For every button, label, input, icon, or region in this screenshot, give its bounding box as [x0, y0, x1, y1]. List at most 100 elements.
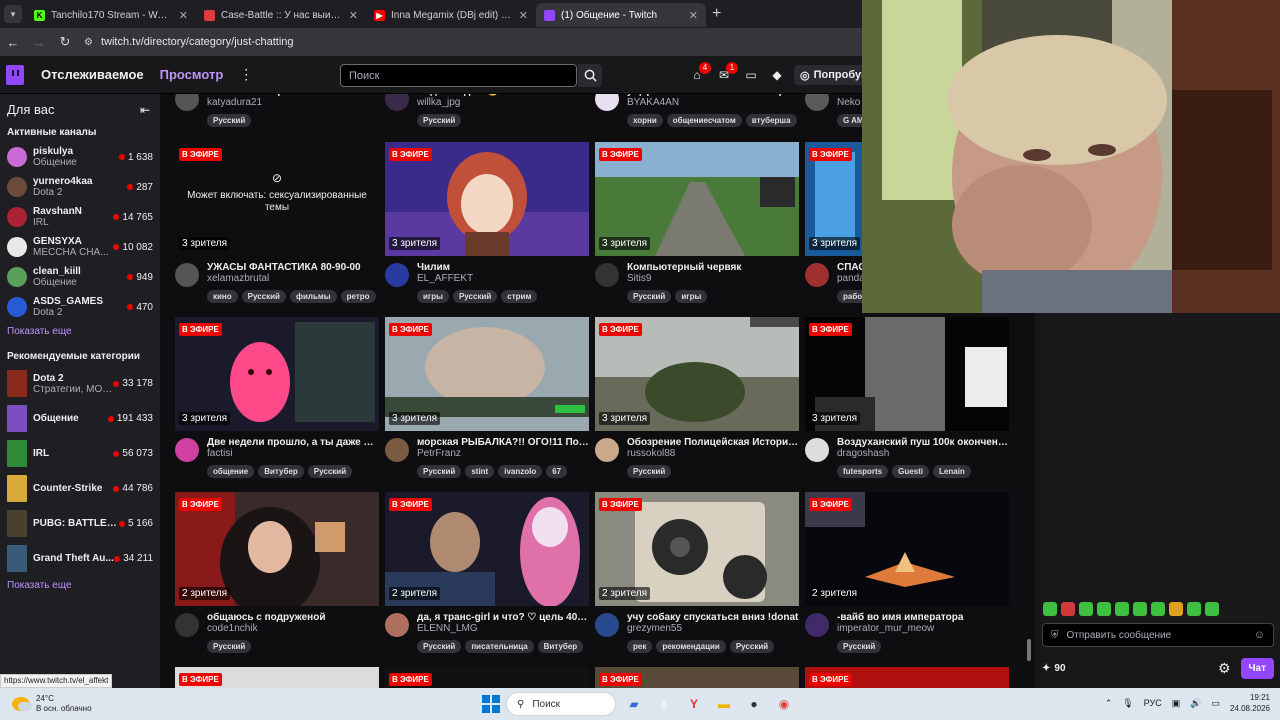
tag-chip[interactable]: Русский: [207, 114, 252, 127]
stream-card-partial[interactable]: ущеро́ность онлайн без смс и рег...BYAKA…: [595, 94, 799, 127]
channel-name[interactable]: ELENN_LMG: [417, 623, 589, 634]
tag-chip[interactable]: стрим: [501, 290, 538, 303]
stream-title[interactable]: УЖАСЫ ФАНТАСТИКА 80-90-00: [207, 262, 379, 273]
stream-title[interactable]: Две недели прошло, а ты даже не ...: [207, 437, 379, 448]
close-tab-icon[interactable]: ✕: [349, 9, 358, 22]
volume-icon[interactable]: 🔊: [1190, 698, 1201, 709]
channel-avatar[interactable]: [175, 94, 199, 111]
close-tab-icon[interactable]: ✕: [179, 9, 188, 22]
stream-thumbnail[interactable]: В ЭФИРЕ: [385, 667, 589, 688]
sidebar-category[interactable]: Dota 2 Стратегии, MOBA 33 178: [0, 366, 160, 401]
channel-avatar[interactable]: [595, 438, 619, 462]
sidebar-channel[interactable]: yurnero4kaa Dota 2 287: [0, 172, 160, 202]
search-input[interactable]: Поиск: [340, 64, 577, 87]
tag-chip[interactable]: игры: [675, 290, 708, 303]
tag-chip[interactable]: Lenain: [933, 465, 971, 478]
channel-points[interactable]: ✦ 90: [1042, 663, 1066, 674]
widgets-icon[interactable]: ▰: [622, 692, 646, 716]
collapse-sidebar-icon[interactable]: ⇤: [140, 103, 150, 117]
channel-name[interactable]: EL_AFFEKT: [417, 273, 589, 284]
stream-card[interactable]: ⊘ Может включать: сексуализированные темы…: [175, 142, 379, 303]
sidebar-channel[interactable]: RavshanN IRL 14 765: [0, 202, 160, 232]
sidebar-channel[interactable]: GENSYXA МЕССНА СНА... 10 082: [0, 232, 160, 262]
file-explorer-icon[interactable]: ▬: [712, 692, 736, 716]
whispers-icon[interactable]: ▭: [744, 68, 758, 82]
emote-icon[interactable]: [1115, 602, 1129, 616]
tag-chip[interactable]: stint: [465, 465, 495, 478]
stream-thumbnail[interactable]: В ЭФИРЕ 2 зрителя: [175, 492, 379, 606]
chat-settings-icon[interactable]: ⚙: [1218, 660, 1231, 677]
stream-title[interactable]: Чилим: [417, 262, 589, 273]
stream-thumbnail[interactable]: В ЭФИРЕ 3 зрителя: [595, 317, 799, 431]
tag-chip[interactable]: Русский: [627, 290, 672, 303]
emote-icon[interactable]: [1097, 602, 1111, 616]
stream-thumbnail[interactable]: В ЭФИРЕ 3 зрителя: [805, 317, 1009, 431]
emote-icon[interactable]: [1151, 602, 1165, 616]
tag-chip[interactable]: Русский: [837, 640, 882, 653]
tag-chip[interactable]: Витубер: [537, 640, 584, 653]
tag-chip[interactable]: общениесчатом: [666, 114, 742, 127]
channel-name[interactable]: BYAKA4AN: [627, 97, 799, 108]
tag-chip[interactable]: ретро: [340, 290, 376, 303]
stream-thumbnail[interactable]: В ЭФИРЕ: [595, 667, 799, 688]
tag-chip[interactable]: писательница: [465, 640, 534, 653]
stream-thumbnail[interactable]: В ЭФИРЕ 3 зрителя: [385, 317, 589, 431]
channel-avatar[interactable]: [175, 263, 199, 287]
stream-thumbnail[interactable]: В ЭФИРЕ 3 зрителя: [385, 142, 589, 256]
stream-title[interactable]: учу собаку спускаться вниз !donat: [627, 612, 799, 623]
tag-chip[interactable]: фильмы: [289, 290, 337, 303]
emote-icon[interactable]: [1169, 602, 1183, 616]
tag-chip[interactable]: Русский: [307, 465, 353, 478]
stream-card[interactable]: В ЭФИРЕ 2 зрителя общаюсь с подруженой code…: [175, 492, 379, 653]
emote-icon[interactable]: [1043, 602, 1057, 616]
tag-chip[interactable]: Русский: [452, 290, 498, 303]
reload-icon[interactable]: ↻: [58, 34, 72, 50]
tag-chip[interactable]: игры: [417, 290, 449, 303]
channel-avatar[interactable]: [385, 613, 409, 637]
tag-chip[interactable]: общение: [207, 465, 255, 478]
stream-card-partial[interactable]: В ЭФИРЕ: [175, 667, 379, 688]
search-button[interactable]: [578, 64, 602, 87]
stream-thumbnail[interactable]: В ЭФИРЕ: [175, 667, 379, 688]
stream-card[interactable]: В ЭФИРЕ 3 зрителя Воздуханский пуш 100к ок…: [805, 317, 1009, 478]
channel-avatar[interactable]: [805, 94, 829, 111]
new-tab-icon[interactable]: +: [712, 5, 721, 23]
stream-title[interactable]: морская РЫБАЛКА?!! ОГО!11 Пойм...: [417, 437, 589, 448]
clock[interactable]: 19:21 24.08.2026: [1230, 692, 1270, 714]
task-view-icon[interactable]: ▮: [652, 692, 676, 716]
channel-avatar[interactable]: [805, 438, 829, 462]
tray-expand-icon[interactable]: ⌃: [1105, 698, 1113, 709]
prime-loot-icon[interactable]: ⌂ 4: [690, 62, 711, 82]
emote-icon[interactable]: [1061, 602, 1075, 616]
stream-card-partial[interactable]: коплю на сигареты 5000katyadura21Русский: [175, 94, 379, 127]
nav-browse-link[interactable]: Просмотр: [160, 67, 224, 82]
chat-shield-icon[interactable]: ⛨: [1051, 630, 1059, 641]
stream-title[interactable]: да, я транс-girl и что? ♡ цель 404/...: [417, 612, 589, 623]
chrome-icon[interactable]: ◉: [772, 692, 796, 716]
tag-chip[interactable]: Русский: [241, 290, 286, 303]
channel-avatar[interactable]: [385, 263, 409, 287]
stream-title[interactable]: Воздуханский пуш 100к окончен !...: [837, 437, 1009, 448]
chat-input[interactable]: ⛨ Отправить сообщение ☺: [1042, 623, 1274, 647]
stream-title[interactable]: общаюсь с подруженой: [207, 612, 379, 623]
windows-start-icon[interactable]: [482, 695, 500, 713]
bits-icon[interactable]: ◆: [770, 68, 784, 82]
tag-chip[interactable]: Русский: [729, 640, 775, 653]
chat-send-button[interactable]: Чат: [1240, 657, 1274, 679]
stream-card[interactable]: В ЭФИРЕ 3 зрителя морская РЫБАЛКА?!! ОГО!1…: [385, 317, 589, 478]
sidebar-category[interactable]: Counter-Strike 44 786: [0, 471, 160, 506]
emote-icon[interactable]: [1079, 602, 1093, 616]
browser-tab-2[interactable]: ▶ Inna Megamix (DBj edit) - Y... ✕: [366, 3, 536, 27]
yandex-browser-icon[interactable]: Y: [682, 692, 706, 716]
browser-tab-3[interactable]: (1) Общение - Twitch ✕: [536, 3, 706, 27]
stream-card-partial[interactable]: В ЭФИРЕ: [805, 667, 1009, 688]
close-tab-icon[interactable]: ✕: [689, 9, 698, 22]
channel-avatar[interactable]: [805, 263, 829, 287]
tag-chip[interactable]: Guesti: [892, 465, 930, 478]
channel-name[interactable]: grezymen55: [627, 623, 799, 634]
tag-chip[interactable]: Русский: [207, 640, 252, 653]
tag-chip[interactable]: втуберша: [745, 114, 797, 127]
stream-title[interactable]: Обозрение Полицейская История 3: [627, 437, 799, 448]
tag-chip[interactable]: 67: [546, 465, 568, 478]
channel-name[interactable]: xelamazbrutal: [207, 273, 379, 284]
